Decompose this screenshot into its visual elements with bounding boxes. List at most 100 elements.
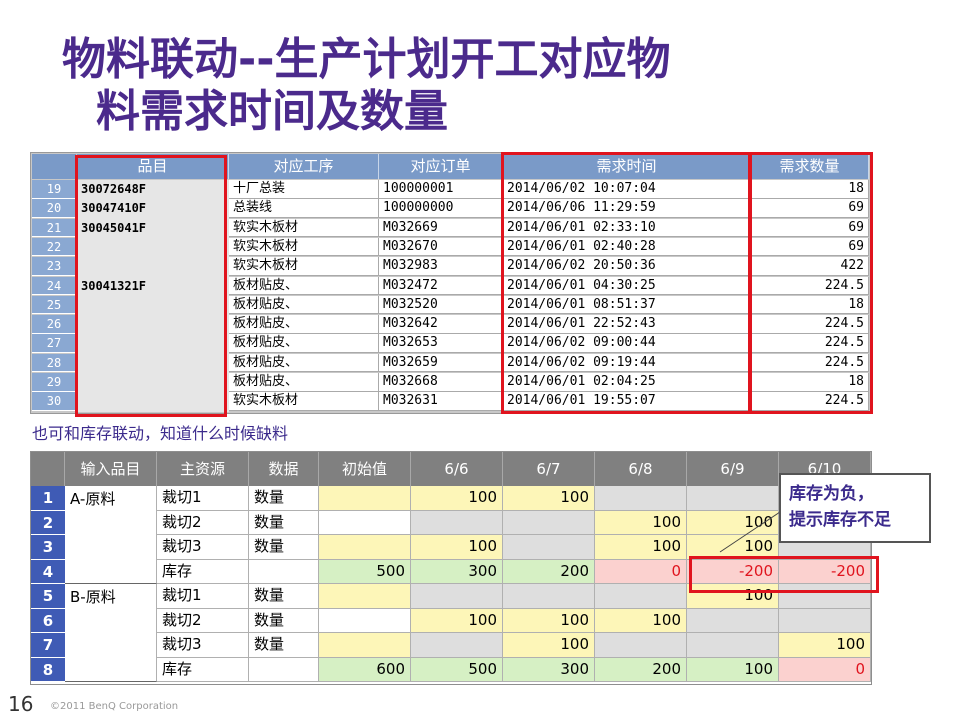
- value-cell: 100: [411, 608, 503, 633]
- resource-cell: 裁切3: [157, 633, 249, 658]
- callout-line-1: 库存为负，: [789, 484, 874, 504]
- table-cell: 软实木板材: [229, 237, 379, 257]
- table-cell: 板材贴皮、: [229, 276, 379, 295]
- data-type-cell: 数量: [249, 486, 319, 511]
- resource-cell: 裁切2: [157, 510, 249, 535]
- value-cell: [503, 535, 595, 560]
- table-cell: 板材贴皮、: [229, 353, 379, 373]
- data-type-cell: 数量: [249, 584, 319, 609]
- value-cell: [319, 486, 411, 511]
- resource-cell: 裁切2: [157, 608, 249, 633]
- row-number: 28: [32, 353, 76, 373]
- value-cell: [319, 608, 411, 633]
- value-cell: [779, 608, 871, 633]
- value-cell: [411, 633, 503, 658]
- value-cell: 100: [411, 486, 503, 511]
- table-cell: 板材贴皮、: [229, 373, 379, 392]
- table-cell: M032983: [379, 257, 503, 276]
- title-line-1: 物料联动--生产计划开工对应物: [62, 34, 671, 85]
- value-cell: [595, 633, 687, 658]
- row-number: 27: [32, 334, 76, 353]
- value-cell: [319, 510, 411, 535]
- column-highlight-box: [749, 152, 873, 414]
- row-number: 3: [31, 535, 65, 560]
- shortage-highlight-box: [689, 556, 879, 593]
- table-cell: 软实木板材: [229, 218, 379, 238]
- callout-line-2: 提示库存不足: [789, 510, 891, 530]
- row-number: 7: [31, 633, 65, 658]
- row-number: 24: [32, 276, 76, 295]
- table-cell: M032520: [379, 295, 503, 315]
- column-header: 输入品目: [65, 452, 157, 486]
- inventory-note: 也可和库存联动，知道什么时候缺料: [32, 424, 289, 443]
- table-cell: 软实木板材: [229, 392, 379, 411]
- table-cell: M032472: [379, 276, 503, 295]
- row-number: 21: [32, 218, 76, 238]
- column-header: 6/6: [411, 452, 503, 486]
- value-cell: [595, 486, 687, 511]
- value-cell: 600: [319, 657, 411, 682]
- row-number: 4: [31, 559, 65, 584]
- data-type-cell: 数量: [249, 608, 319, 633]
- row-number: 20: [32, 199, 76, 218]
- row-number: 19: [32, 180, 76, 199]
- resource-cell: 裁切1: [157, 486, 249, 511]
- value-cell: 100: [503, 486, 595, 511]
- value-cell: 100: [595, 510, 687, 535]
- resource-cell: 库存: [157, 559, 249, 584]
- table-corner: [32, 154, 76, 179]
- row-number: 25: [32, 295, 76, 315]
- value-cell: [687, 486, 779, 511]
- table-cell: M032659: [379, 353, 503, 373]
- column-header: 6/9: [687, 452, 779, 486]
- material-group: A-原料: [65, 486, 157, 584]
- column-header: 对应订单: [379, 154, 503, 179]
- page-number: 16: [8, 692, 34, 716]
- table-cell: M032642: [379, 315, 503, 334]
- table-cell: 100000001: [379, 180, 503, 199]
- column-header: 数据: [249, 452, 319, 486]
- value-cell: 100: [687, 657, 779, 682]
- value-cell: 0: [779, 657, 871, 682]
- value-cell: 100: [595, 608, 687, 633]
- column-header: 主资源: [157, 452, 249, 486]
- value-cell: 100: [503, 633, 595, 658]
- table-cell: M032653: [379, 334, 503, 353]
- copyright: ©2011 BenQ Corporation: [50, 701, 179, 712]
- column-header: 6/7: [503, 452, 595, 486]
- callout-pointer: [719, 511, 781, 553]
- material-demand-table: 品目 对应工序 对应订单 需求时间 需求数量 19 20 21 22 23 24 25 26 27 28 29…: [30, 152, 873, 417]
- table-cell: 总装线: [229, 199, 379, 218]
- resource-cell: 库存: [157, 657, 249, 682]
- value-cell: [411, 510, 503, 535]
- table-cell: 软实木板材: [229, 257, 379, 276]
- table-cell: M032631: [379, 392, 503, 411]
- table-cell: 板材贴皮、: [229, 334, 379, 353]
- title-line-2: 料需求时间及数量: [96, 86, 448, 137]
- value-cell: [503, 510, 595, 535]
- table-cell: M032668: [379, 373, 503, 392]
- table-cell: M032670: [379, 237, 503, 257]
- slide-title: 物料联动--生产计划开工对应物 料需求时间及数量: [62, 34, 782, 138]
- table-corner: [31, 452, 65, 486]
- data-type-cell: 数量: [249, 535, 319, 560]
- table-cell: 板材贴皮、: [229, 295, 379, 315]
- value-cell: 100: [595, 535, 687, 560]
- data-type-cell: 数量: [249, 633, 319, 658]
- value-cell: 300: [503, 657, 595, 682]
- row-number: 5: [31, 584, 65, 609]
- column-header: 对应工序: [229, 154, 379, 179]
- table-cell: 十厂总装: [229, 180, 379, 199]
- row-number: 22: [32, 237, 76, 257]
- row-number: 6: [31, 608, 65, 633]
- value-cell: 300: [411, 559, 503, 584]
- column-highlight-box: [75, 155, 227, 417]
- value-cell: 200: [595, 657, 687, 682]
- table-cell: M032669: [379, 218, 503, 238]
- value-cell: [319, 584, 411, 609]
- value-cell: 200: [503, 559, 595, 584]
- row-number: 2: [31, 510, 65, 535]
- row-number: 23: [32, 257, 76, 276]
- value-cell: 500: [319, 559, 411, 584]
- resource-cell: 裁切3: [157, 535, 249, 560]
